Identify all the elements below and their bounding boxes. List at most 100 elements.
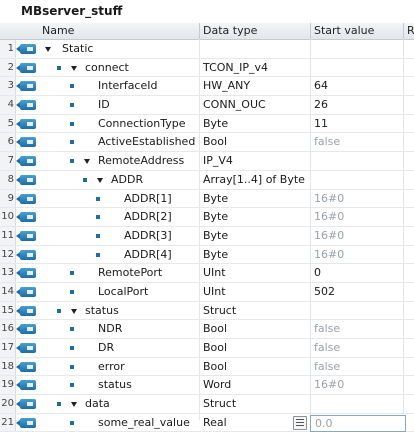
row-number[interactable]: 2 [0, 58, 16, 77]
data-type-cell[interactable]: Byte [203, 227, 228, 245]
start-value-cell[interactable]: false [314, 320, 340, 338]
table-row[interactable]: 14 LocalPort UInt 502 [0, 282, 414, 302]
column-divider[interactable] [310, 23, 311, 39]
table-row[interactable]: 20 data Struct [0, 395, 414, 414]
start-value-cell[interactable]: 11 [314, 115, 328, 133]
data-type-cell[interactable]: Bool [203, 320, 227, 338]
data-type-cell[interactable]: Byte [203, 190, 228, 208]
table-row[interactable]: 10 ADDR[2] Byte 16#0 [0, 208, 414, 227]
row-number[interactable]: 9 [0, 189, 16, 208]
data-type-cell[interactable]: Bool [203, 133, 227, 151]
row-number[interactable]: 12 [0, 245, 16, 264]
column-divider[interactable] [403, 23, 404, 39]
start-value-cell[interactable]: 64 [314, 77, 328, 95]
expand-triangle-icon[interactable] [71, 402, 77, 408]
table-row[interactable]: 16 NDR Bool false [0, 320, 414, 339]
row-number[interactable]: 19 [0, 376, 16, 395]
table-row[interactable]: 7 RemoteAddress IP_V4 [0, 152, 414, 171]
row-number[interactable]: 10 [0, 208, 16, 226]
table-row[interactable]: 4 ID CONN_OUC 26 [0, 96, 414, 115]
start-value-cell[interactable]: 16#0 [314, 227, 344, 245]
row-number[interactable]: 6 [0, 133, 16, 152]
data-type-cell[interactable]: IP_V4 [203, 152, 233, 170]
column-header-start-value[interactable]: Start value [314, 24, 374, 38]
data-type-cell[interactable]: Byte [203, 115, 228, 133]
table-row[interactable]: 2 connect TCON_IP_v4 [0, 58, 414, 78]
expand-triangle-icon[interactable] [97, 177, 103, 183]
variable-name[interactable]: ADDR[3] [124, 227, 172, 245]
table-row[interactable]: 5 ConnectionType Byte 11 [0, 114, 414, 134]
table-row[interactable]: 1 Static [0, 40, 414, 59]
row-number[interactable]: 1 [0, 40, 16, 58]
column-header-data-type[interactable]: Data type [203, 24, 257, 38]
table-row[interactable]: 19 status Word 16#0 [0, 376, 414, 396]
data-type-cell[interactable]: TCON_IP_v4 [203, 59, 268, 77]
variable-name[interactable]: ADDR [111, 171, 143, 189]
table-row[interactable]: 8 ADDR Array[1..4] of Byte [0, 170, 414, 190]
column-header-name[interactable]: Name [42, 24, 74, 38]
table-row[interactable]: 12 ADDR[4] Byte 16#0 [0, 245, 414, 265]
row-number[interactable]: 15 [0, 301, 16, 320]
row-number[interactable]: 17 [0, 339, 16, 357]
row-number[interactable]: 16 [0, 320, 16, 338]
expand-triangle-icon[interactable] [71, 308, 77, 314]
variable-name[interactable]: connect [85, 59, 129, 77]
data-type-cell[interactable]: Word [203, 376, 231, 394]
start-value-cell[interactable]: 0 [314, 264, 321, 282]
data-type-cell[interactable]: Struct [203, 302, 236, 320]
column-divider[interactable] [199, 23, 200, 39]
row-number[interactable]: 8 [0, 170, 16, 189]
expand-triangle-icon[interactable] [45, 47, 51, 52]
variable-name[interactable]: data [85, 395, 110, 413]
start-value-cell[interactable]: 16#0 [314, 208, 344, 226]
start-value-input[interactable]: 0.0 [310, 414, 406, 432]
variable-name[interactable]: error [98, 358, 125, 376]
variable-name[interactable]: ActiveEstablished [98, 133, 195, 151]
row-number[interactable]: 3 [0, 77, 16, 96]
start-value-cell[interactable]: 502 [314, 283, 335, 301]
variable-name[interactable]: RemotePort [98, 264, 162, 282]
table-row[interactable]: 17 DR Bool false [0, 339, 414, 358]
data-type-cell[interactable]: CONN_OUC [203, 96, 266, 114]
variable-name[interactable]: ADDR[1] [124, 190, 172, 208]
start-value-cell[interactable]: 16#0 [314, 246, 344, 264]
row-number[interactable]: 4 [0, 96, 16, 114]
data-type-cell[interactable]: Bool [203, 339, 227, 357]
data-type-cell[interactable]: UInt [203, 264, 226, 282]
variable-name[interactable]: ADDR[2] [124, 208, 172, 226]
table-row[interactable]: 9 ADDR[1] Byte 16#0 [0, 189, 414, 209]
data-type-cell[interactable]: Struct [203, 395, 236, 413]
variable-name[interactable]: LocalPort [98, 283, 148, 301]
expand-triangle-icon[interactable] [71, 65, 77, 71]
table-row[interactable]: 3 InterfaceId HW_ANY 64 [0, 77, 414, 97]
variable-name[interactable]: status [98, 376, 132, 394]
row-number[interactable]: 7 [0, 152, 16, 170]
start-value-cell[interactable]: false [314, 358, 340, 376]
row-number[interactable]: 18 [0, 357, 16, 376]
data-type-cell[interactable]: Bool [203, 358, 227, 376]
start-value-cell[interactable]: false [314, 339, 340, 357]
table-row[interactable]: 15 status Struct [0, 301, 414, 321]
row-number[interactable]: 14 [0, 282, 16, 301]
variable-name[interactable]: ADDR[4] [124, 246, 172, 264]
table-row[interactable]: 6 ActiveEstablished Bool false [0, 133, 414, 153]
variable-name[interactable]: RemoteAddress [98, 152, 184, 170]
row-number[interactable]: 13 [0, 264, 16, 282]
data-type-cell[interactable]: HW_ANY [203, 77, 250, 95]
row-number[interactable]: 21 [0, 413, 16, 432]
table-row[interactable]: 18 error Bool false [0, 357, 414, 377]
start-value-cell[interactable]: 16#0 [314, 190, 344, 208]
variable-name[interactable]: InterfaceId [98, 77, 157, 95]
table-row[interactable]: 13 RemotePort UInt 0 [0, 264, 414, 283]
column-header-retain[interactable]: Re [407, 24, 414, 38]
variable-name[interactable]: NDR [98, 320, 122, 338]
data-type-cell[interactable]: Real [203, 414, 227, 432]
data-type-cell[interactable]: Byte [203, 208, 228, 226]
start-value-cell[interactable]: 26 [314, 96, 328, 114]
start-value-cell[interactable]: 16#0 [314, 376, 344, 394]
row-number[interactable]: 20 [0, 395, 16, 413]
variable-name[interactable]: ID [98, 96, 110, 114]
table-row[interactable]: 21 some_real_value Real 0.0 [0, 413, 414, 432]
row-number[interactable]: 11 [0, 226, 16, 245]
value-picker-icon[interactable] [293, 415, 307, 430]
